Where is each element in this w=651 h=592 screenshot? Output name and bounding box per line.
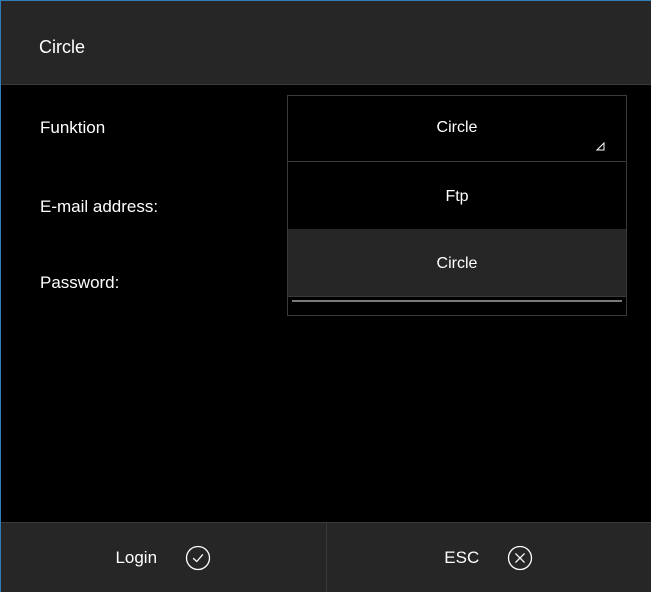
function-dropdown[interactable]: Circle Ftp Circle	[287, 95, 627, 316]
email-label: E-mail address:	[40, 197, 159, 216]
circle-dialog: Circle Funktion E-mail address: Password…	[0, 0, 651, 592]
password-label: Password:	[40, 273, 120, 292]
title-bar: Circle	[1, 1, 651, 85]
function-dropdown-selected[interactable]: Circle	[288, 96, 626, 162]
esc-button-label: ESC	[444, 547, 480, 567]
function-dropdown-value: Circle	[436, 119, 478, 136]
esc-button[interactable]: ESC	[325, 523, 651, 592]
check-circle-icon	[185, 545, 211, 570]
dropdown-option-circle[interactable]: Circle	[288, 229, 626, 296]
scrollbar-thumb[interactable]	[292, 300, 622, 302]
dropdown-option-label: Circle	[436, 255, 478, 272]
caret-corner-icon	[596, 142, 605, 151]
dropdown-option-ftp[interactable]: Ftp	[288, 162, 626, 229]
dialog-title: Circle	[39, 37, 86, 57]
login-button-label: Login	[115, 547, 158, 567]
dropdown-scrollbar[interactable]	[288, 296, 626, 315]
function-label: Funktion	[40, 118, 106, 137]
close-circle-icon	[508, 545, 533, 570]
dropdown-option-label: Ftp	[445, 188, 469, 205]
footer-bar: Login ESC	[1, 522, 651, 592]
login-button[interactable]: Login	[1, 523, 326, 592]
